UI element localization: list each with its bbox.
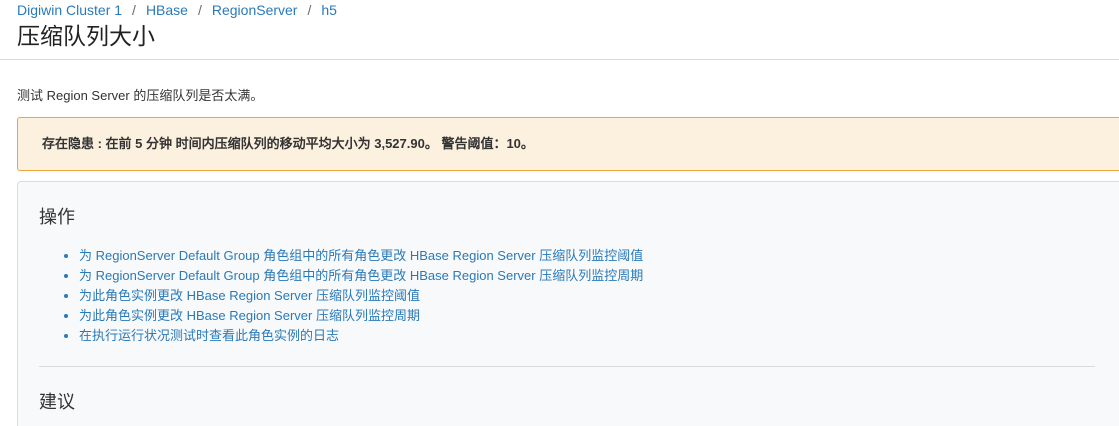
change-instance-threshold-link[interactable]: 为此角色实例更改 HBase Region Server 压缩队列监控阈值 bbox=[79, 288, 420, 303]
change-group-period-link[interactable]: 为 RegionServer Default Group 角色组中的所有角色更改… bbox=[79, 268, 643, 283]
list-item: 为此角色实例更改 HBase Region Server 压缩队列监控阈值 bbox=[79, 286, 643, 306]
breadcrumb-role-type-link[interactable]: RegionServer bbox=[212, 2, 298, 18]
page-header: Digiwin Cluster 1/HBase / RegionServer / h5 … bbox=[0, 0, 1119, 60]
section-divider bbox=[39, 366, 1095, 367]
breadcrumb-service-link[interactable]: HBase bbox=[146, 2, 188, 18]
list-item: 为 RegionServer Default Group 角色组中的所有角色更改… bbox=[79, 266, 643, 286]
breadcrumb: Digiwin Cluster 1 / HBase / RegionServer / h5 bbox=[17, 1, 337, 19]
recommendations-heading: 建议 bbox=[39, 392, 75, 412]
list-item: 为 RegionServer Default Group 角色组中的所有角色更改… bbox=[79, 246, 643, 266]
view-logs-link[interactable]: 在执行运行状况测试时查看此角色实例的日志 bbox=[79, 328, 339, 343]
page-title: 压缩队列大小 bbox=[17, 23, 155, 49]
change-instance-period-link[interactable]: 为此角色实例更改 HBase Region Server 压缩队列监控周期 bbox=[79, 308, 420, 323]
breadcrumb-separator: / bbox=[307, 2, 312, 18]
change-group-threshold-link[interactable]: 为 RegionServer Default Group 角色组中的所有角色更改… bbox=[79, 248, 643, 263]
breadcrumb-separator: / bbox=[197, 2, 202, 18]
list-item: 为此角色实例更改 HBase Region Server 压缩队列监控周期 bbox=[79, 306, 643, 326]
test-description: 测试 Region Server 的压缩队列是否太满。 bbox=[17, 88, 264, 103]
warning-alert: 存在隐患 : 在前 5 分钟 时间内压缩队列的移动平均大小为 3,527.90。… bbox=[17, 117, 1119, 171]
actions-heading: 操作 bbox=[39, 207, 75, 227]
health-test-page: Digiwin Cluster 1/HBase / RegionServer / h5 … bbox=[0, 0, 1119, 426]
breadcrumb-host-link[interactable]: h5 bbox=[321, 2, 337, 18]
alert-message: 存在隐患 : 在前 5 分钟 时间内压缩队列的移动平均大小为 3,527.90。… bbox=[42, 136, 534, 151]
actions-list: 为 RegionServer Default Group 角色组中的所有角色更改… bbox=[39, 246, 643, 346]
breadcrumb-separator: / bbox=[132, 2, 136, 18]
breadcrumb-cluster-link[interactable]: Digiwin Cluster 1 bbox=[17, 2, 122, 18]
details-panel: 操作 为 RegionServer Default Group 角色组中的所有角… bbox=[17, 181, 1119, 426]
list-item: 在执行运行状况测试时查看此角色实例的日志 bbox=[79, 326, 643, 346]
